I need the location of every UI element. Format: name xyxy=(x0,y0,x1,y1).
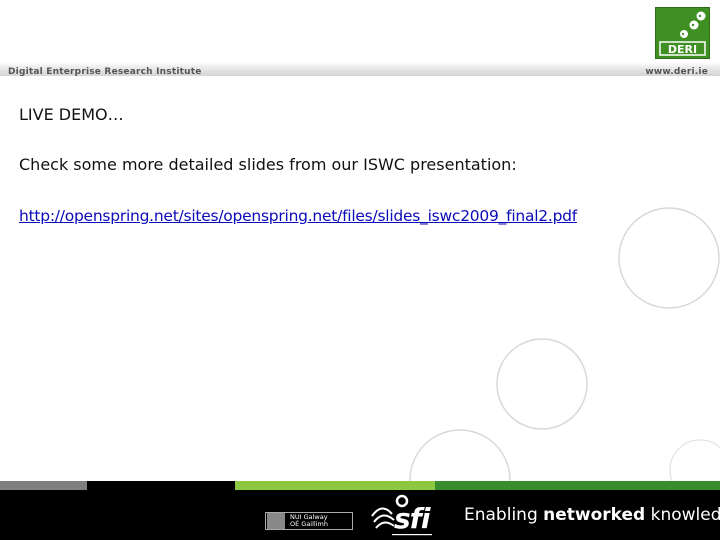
institute-name: Digital Enterprise Research Institute xyxy=(8,67,202,77)
nui-name-irish: OÉ Gaillimh xyxy=(290,520,328,528)
slides-note: Check some more detailed slides from our… xyxy=(19,155,517,174)
deri-logo: DERI xyxy=(655,7,710,59)
sfi-text: sfi xyxy=(394,502,430,535)
demo-heading: LIVE DEMO… xyxy=(19,105,124,124)
tagline: Enabling networked knowledge. xyxy=(464,505,720,525)
tagline-bold: networked xyxy=(543,505,646,525)
stripe-black xyxy=(87,481,235,490)
slides-link[interactable]: http://openspring.net/sites/openspring.n… xyxy=(19,206,577,226)
website-url: www.deri.ie xyxy=(645,67,708,77)
stripe-dark-green xyxy=(435,481,720,490)
tagline-part2: knowledge. xyxy=(650,505,720,525)
stripe-gray xyxy=(0,481,87,490)
footer: NUI Galway OÉ Gaillimh sfi Enabling netw… xyxy=(0,490,720,540)
footer-stripes xyxy=(0,481,720,490)
tagline-part1: Enabling xyxy=(464,505,544,525)
stripe-light-green xyxy=(235,481,435,490)
logo-text: DERI xyxy=(668,43,697,56)
decorative-circles xyxy=(409,207,720,531)
nui-crest-icon xyxy=(267,513,285,529)
nui-galway-logo: NUI Galway OÉ Gaillimh xyxy=(265,512,353,530)
